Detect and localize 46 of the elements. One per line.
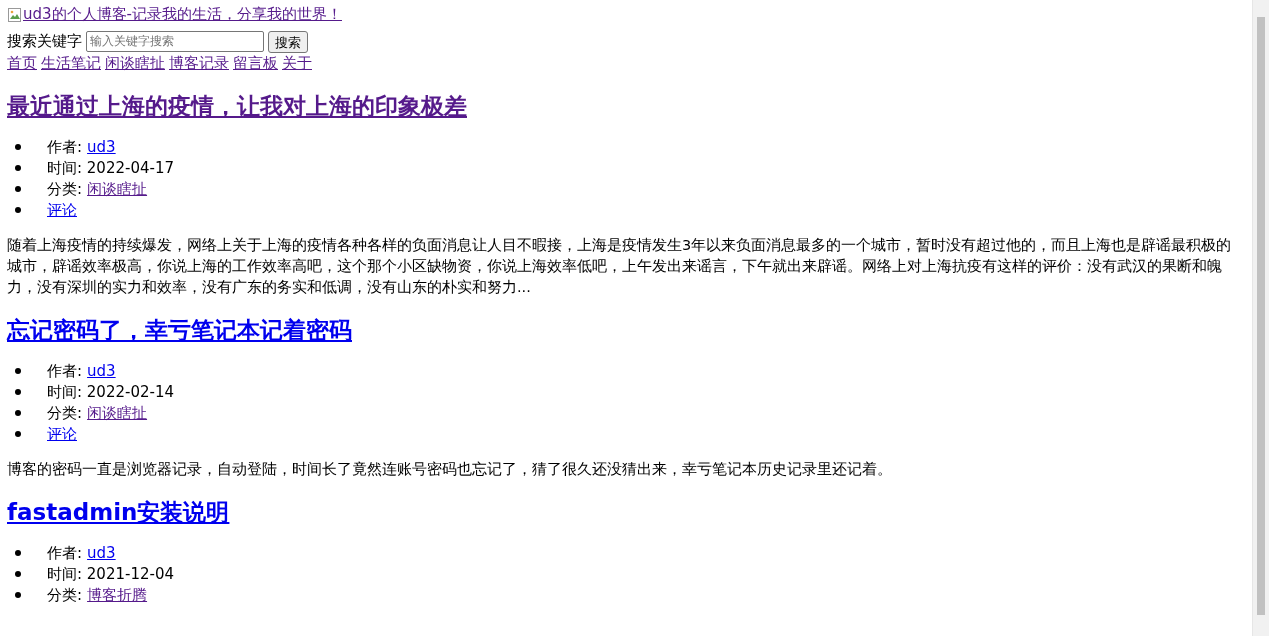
bullet-icon [15,550,21,556]
meta-label: 作者: [47,360,83,382]
meta-link[interactable]: 闲谈瞎扯 [87,178,148,200]
meta-label: 作者: [47,136,83,158]
nav-link[interactable]: 留言板 [233,52,278,74]
bullet-icon [15,165,21,171]
bullet-icon [15,571,21,577]
meta-link[interactable]: ud3 [87,360,116,382]
meta-link[interactable]: 闲谈瞎扯 [87,402,148,424]
post-title-link[interactable]: fastadmin安装说明 [7,498,230,525]
bullet-icon [15,431,21,437]
nav-link[interactable]: 关于 [282,52,312,74]
nav-link[interactable]: 生活笔记 [41,52,101,74]
meta-text: 时间: 2022-02-14 [47,381,174,403]
scrollbar[interactable] [1252,0,1269,636]
bullet-icon [15,144,21,150]
post-excerpt: 随着上海疫情的持续爆发，网络上关于上海的疫情各种各样的负面消息让人目不暇接，上海是疫情发生3年以来负面消息最多的一个城市，暂时没有超过他的，而且上海也是辟谣最积极的城市，辟谣效率极高，你说上海的工作效率高吧，这个那个小区缺物资，你说上海效率低吧，上午发出来谣言，下午就出来辟谣。网络上对上海抗疫有这样的评价：没有武汉的果断和魄力，没有深圳的实力和效率，没有广东的务实和低调，没有山东的朴实和努力... [7,235,1233,297]
search-label: 搜索关键字 [7,31,82,52]
bullet-icon [15,186,21,192]
nav-link[interactable]: 博客记录 [169,52,229,74]
bullet-icon [15,592,21,598]
logo-link[interactable]: ud3的个人博客-记录我的生活，分享我的世界！ [7,4,342,25]
search-field[interactable]: 输入关键字搜索 [86,31,264,52]
post-title-link[interactable]: 忘记密码了，幸亏笔记本记着密码 [7,316,352,343]
meta-text: 时间: 2022-04-17 [47,157,174,179]
nav-link[interactable]: 首页 [7,52,37,74]
broken-image-icon [7,6,23,23]
scrollbar-thumb[interactable] [1257,17,1265,615]
meta-label: 分类: [47,402,83,424]
meta-link[interactable]: ud3 [87,136,116,158]
post-title-link[interactable]: 最近通过上海的疫情，让我对上海的印象极差 [7,92,467,119]
post-excerpt: 博客的密码一直是浏览器记录，自动登陆，时间长了竟然连账号密码也忘记了，猜了很久还没猜出来，幸亏笔记本历史记录里还记着。 [7,459,893,479]
search-button[interactable]: 搜索 [268,30,308,53]
meta-link[interactable]: ud3 [87,542,116,564]
meta-text: 时间: 2021-12-04 [47,563,174,585]
meta-link[interactable]: 博客折腾 [87,584,148,606]
comment-link[interactable]: 评论 [47,199,77,221]
meta-label: 分类: [47,178,83,200]
nav-link[interactable]: 闲谈瞎扯 [105,52,165,74]
meta-label: 分类: [47,584,83,606]
bullet-icon [15,410,21,416]
comment-link[interactable]: 评论 [47,423,77,445]
bullet-icon [15,207,21,213]
meta-label: 作者: [47,542,83,564]
bullet-icon [15,368,21,374]
bullet-icon [15,389,21,395]
